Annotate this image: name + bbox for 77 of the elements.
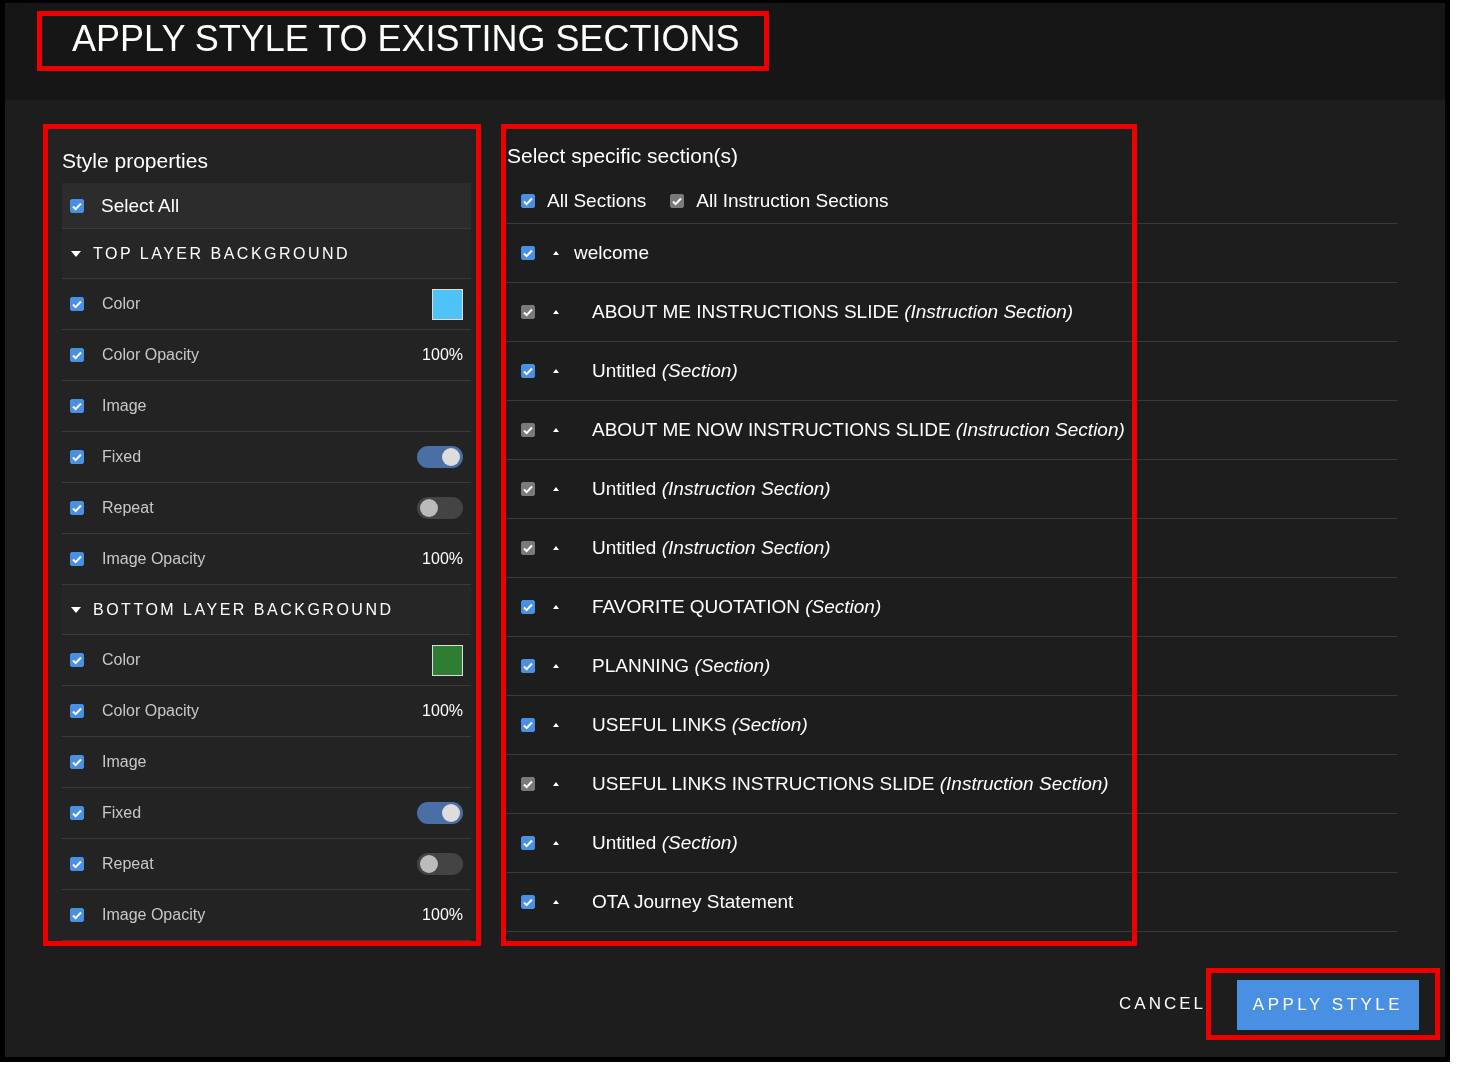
- panel-heading: Style properties: [62, 148, 209, 174]
- checkbox[interactable]: [70, 348, 84, 362]
- caret-icon[interactable]: [553, 605, 559, 609]
- group-title: TOP LAYER BACKGROUND: [93, 244, 351, 263]
- checkbox[interactable]: [70, 501, 84, 515]
- section-name: FAVORITE QUOTATION (Section): [592, 596, 882, 618]
- section-name: ABOUT ME NOW INSTRUCTIONS SLIDE (Instruction Section): [592, 419, 1125, 441]
- checkbox[interactable]: [70, 755, 84, 769]
- option-label: All Sections: [547, 189, 647, 212]
- caret-icon[interactable]: [553, 251, 559, 255]
- dialog-title: APPLY STYLE TO EXISTING SECTIONS: [72, 18, 740, 59]
- caret-icon[interactable]: [553, 664, 559, 668]
- section-name: welcome: [574, 242, 649, 264]
- toggle-switch[interactable]: [417, 446, 463, 468]
- toggle-switch[interactable]: [417, 802, 463, 824]
- checkbox[interactable]: [70, 399, 84, 413]
- property-label: Image: [102, 753, 147, 771]
- checkbox[interactable]: [521, 600, 535, 614]
- property-value: 100%: [422, 550, 463, 568]
- checkbox[interactable]: [70, 704, 84, 718]
- option-label: Select All: [101, 194, 180, 217]
- caret-icon[interactable]: [553, 900, 559, 904]
- property-label: Image: [102, 397, 147, 415]
- section-name: OTA Journey Statement: [592, 891, 794, 913]
- section-name: Untitled (Instruction Section): [592, 537, 831, 559]
- caret-icon[interactable]: [553, 487, 559, 491]
- property-label: Repeat: [102, 499, 154, 517]
- caret-icon[interactable]: [553, 782, 559, 786]
- checkbox[interactable]: [521, 718, 535, 732]
- group-title: BOTTOM LAYER BACKGROUND: [93, 600, 394, 619]
- checkbox[interactable]: [70, 806, 84, 820]
- cancel-button[interactable]: CANCEL: [1119, 985, 1206, 1022]
- property-label: Fixed: [102, 448, 142, 466]
- checkbox[interactable]: [70, 857, 84, 871]
- caret-icon[interactable]: [553, 841, 559, 845]
- checkbox[interactable]: [70, 198, 84, 213]
- caret-icon[interactable]: [553, 546, 559, 550]
- property-label: Repeat: [102, 855, 154, 873]
- section-name: USEFUL LINKS (Section): [592, 714, 808, 736]
- toggle-switch[interactable]: [417, 497, 463, 519]
- property-label: Color: [102, 295, 141, 313]
- section-name: Untitled (Section): [592, 832, 738, 854]
- checkbox[interactable]: [521, 836, 535, 850]
- color-swatch[interactable]: [432, 644, 463, 676]
- panel-heading: Select specific section(s): [506, 143, 740, 169]
- property-label: Image Opacity: [102, 906, 206, 924]
- property-value: 100%: [422, 346, 463, 364]
- caret-icon[interactable]: [553, 723, 559, 727]
- property-label: Color Opacity: [102, 346, 199, 364]
- section-name: Untitled (Section): [592, 360, 738, 382]
- section-name: USEFUL LINKS INSTRUCTIONS SLIDE (Instruction Section): [592, 773, 1109, 795]
- select-all-row[interactable]: Select All: [62, 183, 471, 229]
- property-value: 100%: [422, 702, 463, 720]
- checkbox[interactable]: [70, 908, 84, 922]
- checkbox[interactable]: [70, 297, 84, 311]
- checkbox[interactable]: [70, 552, 84, 566]
- checkbox[interactable]: [70, 653, 84, 667]
- caret-icon[interactable]: [553, 369, 559, 373]
- section-name: ABOUT ME INSTRUCTIONS SLIDE (Instruction Section): [592, 301, 1074, 323]
- checkbox[interactable]: [521, 895, 535, 909]
- property-label: Fixed: [102, 804, 142, 822]
- color-swatch[interactable]: [432, 288, 463, 320]
- checkbox[interactable]: [521, 364, 535, 378]
- checkbox[interactable]: [70, 450, 84, 464]
- property-label: Color: [102, 651, 141, 669]
- checkbox[interactable]: [521, 246, 535, 260]
- property-value: 100%: [422, 906, 463, 924]
- toggle-switch[interactable]: [417, 853, 463, 875]
- property-label: Color Opacity: [102, 702, 199, 720]
- checkbox[interactable]: [521, 193, 535, 208]
- checkbox[interactable]: [521, 659, 535, 673]
- section-name: Untitled (Instruction Section): [592, 478, 831, 500]
- caret-icon[interactable]: [553, 428, 559, 432]
- property-label: Image Opacity: [102, 550, 206, 568]
- section-name: PLANNING (Section): [592, 655, 771, 677]
- option-label: All Instruction Sections: [696, 189, 889, 212]
- caret-icon[interactable]: [553, 310, 559, 314]
